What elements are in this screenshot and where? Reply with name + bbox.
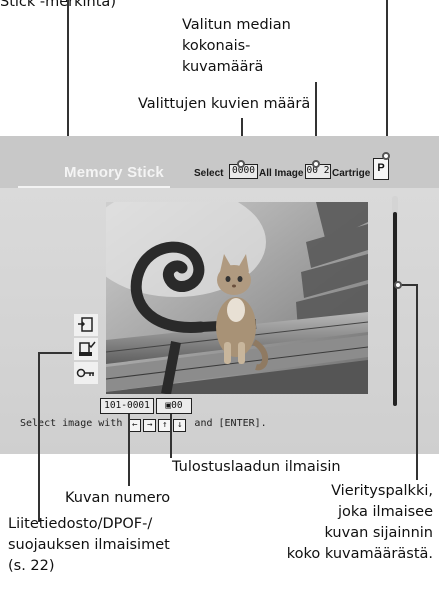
instruction-prefix: Select image with [20, 418, 123, 429]
cartridge-label: Cartrige [332, 168, 371, 179]
left-arrow-key-icon: ← [128, 419, 142, 432]
down-arrow-key-icon: ↓ [173, 419, 187, 432]
protect-key-icon [74, 362, 98, 384]
callout-image-number: Kuvan numero [65, 490, 171, 506]
leader-line-indicators-h [38, 352, 72, 354]
media-label: Memory Stick [64, 164, 164, 181]
leader-line-print-quality [170, 414, 172, 458]
image-preview[interactable] [106, 202, 368, 394]
leader-line-scrollbar-v [416, 284, 418, 480]
instruction-suffix: and [ENTER]. [194, 418, 267, 429]
leader-line-indicators-v [38, 352, 40, 522]
attachment-file-icon [74, 314, 98, 336]
callout-indicators-3: (s. 22) [8, 558, 55, 574]
printer-screen: Memory Stick Select 0000 All Image 00 2 … [0, 136, 439, 454]
leader-line-media-label [67, 0, 69, 150]
print-quality-box: ▣00 [156, 398, 192, 414]
print-quality-value: 00 [171, 400, 183, 411]
select-label: Select [194, 168, 224, 179]
right-arrow-key-icon: → [143, 419, 157, 432]
media-label-underline [18, 186, 170, 188]
callout-scrollbar-1: Vierityspalkki, [331, 483, 433, 499]
cartridge-icon: P [373, 158, 389, 180]
file-number-box: 101-0001 [100, 398, 154, 414]
leader-dot-scrollbar [394, 281, 402, 289]
callout-indicators-1: Liitetiedosto/DPOF-/ [8, 516, 153, 532]
callout-scrollbar-4: koko kuvamäärästä. [286, 546, 433, 562]
dpof-print-icon [74, 338, 98, 360]
leader-dot-selected-count [237, 160, 245, 168]
callout-scrollbar-3: kuvan sijainnin [324, 525, 433, 541]
callout-total-media-count-1: Valitun median [182, 17, 291, 33]
callout-total-media-count-3: kuvamäärä [182, 59, 264, 75]
callout-print-quality: Tulostuslaadun ilmaisin [172, 459, 341, 475]
callout-selected-count: Valittujen kuvien määrä [138, 96, 311, 112]
callout-indicators-2: suojauksen ilmaisimet [8, 537, 170, 553]
instruction-text: Select image with ← → ↑ ↓ and [ENTER]. [20, 418, 267, 432]
callout-total-media-count-2: kokonais- [182, 38, 251, 54]
leader-line-cartridge [386, 0, 388, 158]
scrollbar-thumb[interactable] [393, 212, 397, 406]
all-image-label: All Image [259, 168, 304, 179]
leader-line-image-number [128, 414, 130, 486]
leader-dot-total-count [312, 160, 320, 168]
callout-memory-stick-fragment: Stick -merkintä) [0, 0, 116, 10]
cat-on-bench-photo [106, 202, 368, 394]
leader-dot-cartridge [382, 152, 390, 160]
callout-scrollbar-2: joka ilmaisee [337, 504, 433, 520]
